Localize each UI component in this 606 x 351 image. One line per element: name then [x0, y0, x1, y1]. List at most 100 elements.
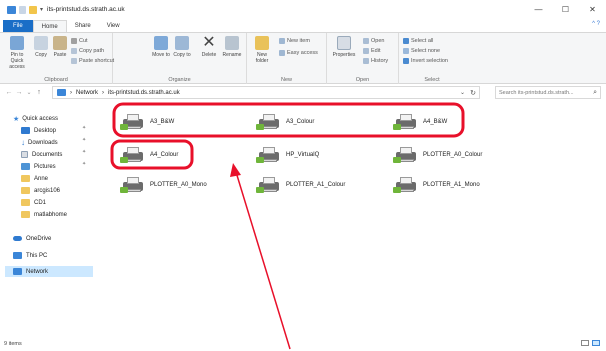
open-label: Open — [371, 38, 385, 44]
up-button[interactable]: ↑ — [34, 89, 44, 96]
printer-item[interactable]: PLOTTER_A0_Mono — [120, 172, 207, 198]
new-item-button[interactable]: New item — [279, 38, 310, 44]
nav-quick-access[interactable]: ★ Quick access — [13, 113, 58, 124]
paste-icon — [53, 36, 67, 50]
cut-button[interactable]: Cut — [71, 38, 88, 44]
nav-label-onedrive: OneDrive — [26, 235, 52, 242]
status-bar: 9 items — [0, 336, 606, 351]
nav-label-quick-access: Quick access — [22, 115, 58, 122]
printer-item[interactable]: A3_B&W — [120, 109, 174, 135]
history-button[interactable]: History — [363, 58, 388, 64]
group-label-new: New — [280, 77, 292, 83]
pin-icon[interactable]: ✦ — [82, 125, 86, 131]
delete-label: Delete — [201, 52, 217, 58]
nav-matlab[interactable]: matlabhome — [21, 209, 67, 220]
printer-item[interactable]: PLOTTER_A1_Colour — [256, 172, 345, 198]
nav-pictures[interactable]: Pictures ✦ — [21, 161, 91, 172]
properties-button[interactable]: Properties — [330, 36, 358, 58]
printer-label: PLOTTER_A1_Mono — [423, 182, 480, 188]
network-icon — [13, 268, 22, 275]
easy-access-button[interactable]: Easy access — [279, 50, 318, 56]
printer-item[interactable]: A4_B&W — [393, 109, 447, 135]
rename-button[interactable]: Rename — [221, 36, 243, 58]
select-all-button[interactable]: Select all — [403, 38, 433, 44]
invert-selection-icon — [403, 58, 409, 64]
paste-shortcut-button[interactable]: Paste shortcut — [71, 58, 114, 64]
group-new: New folder New item Easy access New — [247, 33, 327, 84]
group-select: Select all Select none Invert selection … — [399, 33, 465, 84]
minimize-button[interactable]: — — [525, 0, 552, 19]
ribbon-help-icon[interactable]: ^ ? — [592, 21, 600, 27]
large-icons-view-icon[interactable] — [592, 340, 600, 346]
new-folder-button[interactable]: New folder — [251, 36, 273, 64]
delete-button[interactable]: ✕ Delete — [199, 35, 219, 59]
printer-icon — [393, 146, 417, 164]
nav-documents[interactable]: Documents ✦ — [21, 149, 91, 160]
pictures-icon — [21, 163, 30, 170]
back-button[interactable]: ← — [4, 89, 14, 96]
nav-arcgis[interactable]: arcgis106 — [21, 185, 60, 196]
computer-icon — [13, 252, 22, 259]
search-input[interactable]: Search its-printstud.ds.strath... — [499, 90, 574, 96]
ribbon: Pin to Quick access Copy Paste Cut Copy … — [0, 32, 606, 84]
tab-share[interactable]: Share — [67, 20, 99, 32]
qat-dropdown-icon[interactable]: ▾ — [40, 6, 43, 13]
invert-selection-button[interactable]: Invert selection — [403, 58, 448, 64]
printer-icon-paper — [263, 114, 275, 121]
search-icon[interactable]: ⌕ — [593, 89, 597, 97]
select-none-button[interactable]: Select none — [403, 48, 440, 54]
address-row: ← → ⌄ ↑ › Network › its-printstud.ds.str… — [0, 84, 606, 101]
window-controls: — ☐ ✕ — [525, 0, 606, 19]
nav-label-documents: Documents — [32, 151, 63, 158]
copy-path-button[interactable]: Copy path — [71, 48, 104, 54]
edit-icon — [363, 48, 369, 54]
explorer-icon — [7, 5, 16, 14]
nav-downloads[interactable]: ↓ Downloads ✦ — [21, 137, 91, 148]
tab-home[interactable]: Home — [32, 20, 67, 32]
refresh-icon[interactable]: ↻ — [470, 89, 476, 97]
copy-path-icon — [71, 48, 77, 54]
printer-icon-paper — [263, 147, 275, 154]
printer-item[interactable]: A3_Colour — [256, 109, 314, 135]
tab-file[interactable]: File — [3, 20, 33, 32]
printer-icon — [256, 113, 280, 131]
nav-anne[interactable]: Anne — [21, 173, 48, 184]
nav-this-pc[interactable]: This PC — [13, 250, 47, 261]
printer-icon-network-cable — [256, 157, 264, 163]
pin-quick-access-button[interactable]: Pin to Quick access — [4, 36, 30, 70]
paste-button[interactable]: Paste — [51, 36, 69, 58]
item-count: 9 items — [4, 340, 22, 347]
open-button[interactable]: Open — [363, 38, 384, 44]
nav-network[interactable]: Network — [5, 266, 93, 277]
pin-icon[interactable]: ✦ — [82, 149, 86, 155]
pin-icon[interactable]: ✦ — [82, 137, 86, 143]
address-dropdown-icon[interactable]: ⌄ — [460, 89, 465, 96]
recent-locations-button[interactable]: ⌄ — [24, 89, 34, 96]
copy-button[interactable]: Copy — [32, 36, 50, 58]
details-view-icon[interactable] — [581, 340, 589, 346]
search-box[interactable]: Search its-printstud.ds.strath... ⌕ — [495, 86, 601, 99]
close-button[interactable]: ✕ — [579, 0, 606, 19]
pin-icon[interactable]: ✦ — [82, 161, 86, 167]
printer-icon-paper — [127, 114, 139, 121]
properties-qat-icon[interactable] — [19, 5, 26, 14]
printer-item[interactable]: A4_Colour — [120, 142, 178, 168]
nav-onedrive[interactable]: OneDrive — [13, 233, 51, 244]
breadcrumb-network[interactable]: Network — [76, 90, 98, 96]
printer-item[interactable]: HP_VirtualQ — [256, 142, 319, 168]
address-bar[interactable]: › Network › its-printstud.ds.strath.ac.u… — [52, 86, 480, 99]
printer-item[interactable]: PLOTTER_A0_Colour — [393, 142, 482, 168]
maximize-button[interactable]: ☐ — [552, 0, 579, 19]
tab-view[interactable]: View — [99, 20, 128, 32]
new-folder-label: New folder — [255, 52, 269, 64]
window-title: its-printstud.ds.strath.ac.uk — [47, 6, 125, 13]
move-to-button[interactable]: Move to — [151, 36, 171, 58]
copy-to-button[interactable]: Copy to — [172, 36, 192, 58]
nav-desktop[interactable]: Desktop ✦ — [21, 125, 91, 136]
new-folder-qat-icon[interactable] — [29, 5, 37, 14]
breadcrumb-server[interactable]: its-printstud.ds.strath.ac.uk — [108, 90, 180, 96]
printer-item[interactable]: PLOTTER_A1_Mono — [393, 172, 480, 198]
edit-button[interactable]: Edit — [363, 48, 380, 54]
forward-button[interactable]: → — [14, 89, 24, 96]
nav-cd1[interactable]: CD1 — [21, 197, 46, 208]
